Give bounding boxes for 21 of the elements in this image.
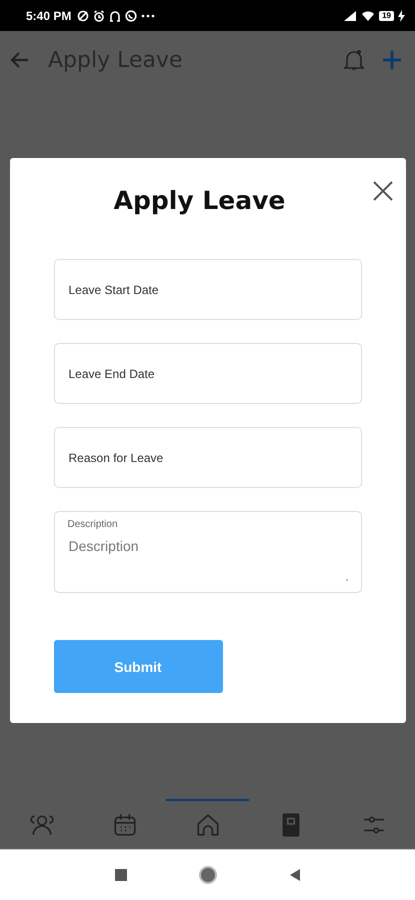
alarm-clock-icon — [93, 10, 106, 22]
calendar-icon — [112, 812, 138, 838]
input-field[interactable]: Reason for Leave — [54, 427, 362, 488]
triangle-icon[interactable] — [288, 868, 302, 882]
bell-icon[interactable] — [343, 48, 365, 72]
input-field[interactable]: Leave Start Date — [54, 259, 362, 320]
submit-button[interactable]: Submit — [54, 640, 222, 693]
square-icon[interactable] — [114, 868, 128, 882]
clock-time: 5:40 PM — [26, 8, 72, 22]
battery-level: 19 — [379, 10, 394, 20]
chat-bubble-icon — [125, 10, 138, 22]
dialog-title: Apply Leave — [114, 186, 286, 217]
circle-icon[interactable] — [198, 865, 218, 885]
wifi-icon — [361, 10, 376, 22]
signal-icon — [343, 10, 358, 22]
input-field[interactable]: Leave End Date — [54, 343, 362, 404]
close-icon[interactable] — [372, 180, 394, 202]
home-icon — [194, 812, 220, 838]
plus-icon[interactable] — [381, 49, 403, 71]
field-label: Description — [68, 519, 118, 530]
charging-icon — [398, 10, 405, 22]
